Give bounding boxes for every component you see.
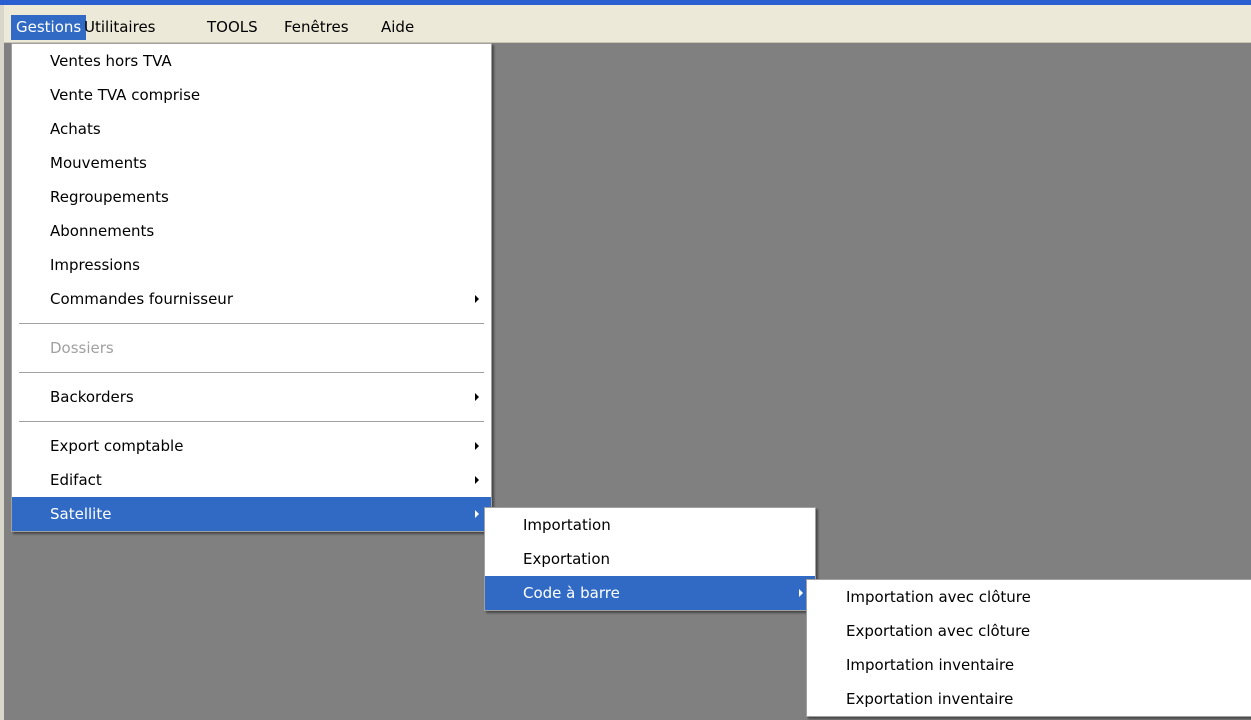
menu-item-regroupements[interactable]: Regroupements	[12, 180, 491, 214]
menu-item-label: Commandes fournisseur	[50, 290, 233, 308]
menu-item-label: Satellite	[50, 505, 112, 523]
submenu-arrow-icon	[475, 442, 479, 450]
menu-item-exportation-inventaire[interactable]: Exportation inventaire	[807, 682, 1251, 716]
menu-item-label: Code à barre	[523, 584, 620, 602]
menu-item-importation-avec-cloture[interactable]: Importation avec clôture	[807, 580, 1251, 614]
menu-item-impressions[interactable]: Impressions	[12, 248, 491, 282]
menu-item-export-comptable[interactable]: Export comptable	[12, 429, 491, 463]
menu-item-mouvements[interactable]: Mouvements	[12, 146, 491, 180]
submenu-arrow-icon	[475, 476, 479, 484]
menu-item-importation-inventaire[interactable]: Importation inventaire	[807, 648, 1251, 682]
menubar-tools[interactable]: TOOLS	[202, 15, 263, 40]
menu-item-exportation-avec-cloture[interactable]: Exportation avec clôture	[807, 614, 1251, 648]
menu-item-ventes-hors-tva[interactable]: Ventes hors TVA	[12, 44, 491, 78]
submenu-arrow-icon	[799, 589, 803, 597]
menu-item-label: Edifact	[50, 471, 102, 489]
menu-separator	[12, 414, 491, 429]
menu-item-exportation[interactable]: Exportation	[485, 542, 815, 576]
menu-item-backorders[interactable]: Backorders	[12, 380, 491, 414]
submenu-arrow-icon	[475, 393, 479, 401]
menu-item-label: Export comptable	[50, 437, 184, 455]
satellite-submenu: Importation Exportation Code à barre	[484, 507, 816, 611]
gestions-dropdown-menu: Ventes hors TVA Vente TVA comprise Achat…	[11, 43, 492, 532]
menu-bar: Gestions Utilitaires TOOLS Fenêtres Aide	[4, 5, 1251, 43]
submenu-arrow-icon	[475, 295, 479, 303]
menu-item-vente-tva-comprise[interactable]: Vente TVA comprise	[12, 78, 491, 112]
menu-item-commandes-fournisseur[interactable]: Commandes fournisseur	[12, 282, 491, 316]
menu-item-code-a-barre[interactable]: Code à barre	[485, 576, 815, 610]
menu-separator	[12, 316, 491, 331]
menubar-utilitaires[interactable]: Utilitaires	[79, 15, 160, 40]
menu-item-abonnements[interactable]: Abonnements	[12, 214, 491, 248]
menu-item-satellite[interactable]: Satellite	[12, 497, 491, 531]
menubar-gestions[interactable]: Gestions	[11, 15, 87, 40]
code-a-barre-submenu: Importation avec clôture Exportation ave…	[806, 579, 1251, 717]
submenu-arrow-icon	[475, 510, 479, 518]
menu-item-importation[interactable]: Importation	[485, 508, 815, 542]
menu-separator	[12, 365, 491, 380]
window-left-border	[0, 5, 4, 720]
menu-item-edifact[interactable]: Edifact	[12, 463, 491, 497]
menu-item-dossiers: Dossiers	[50, 339, 114, 357]
menu-item-label: Backorders	[50, 388, 134, 406]
menu-item-achats[interactable]: Achats	[12, 112, 491, 146]
menubar-fenetres[interactable]: Fenêtres	[279, 15, 354, 40]
menubar-aide[interactable]: Aide	[376, 15, 419, 40]
